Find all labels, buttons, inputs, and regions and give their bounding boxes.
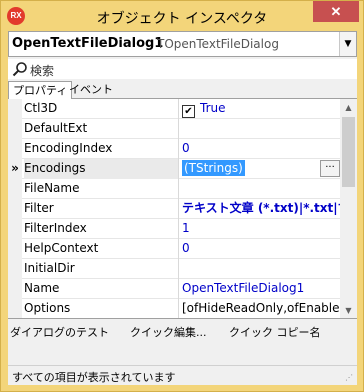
- property-name: Options: [24, 299, 179, 318]
- scroll-down-icon[interactable]: ▼: [340, 302, 357, 318]
- property-row[interactable]: Ctl3D ✔ True: [8, 99, 340, 119]
- property-name: EncodingIndex: [24, 139, 179, 159]
- property-row-selected[interactable]: » Encodings (TStrings) ···: [8, 159, 340, 179]
- property-row[interactable]: Options [ofHideReadOnly,ofEnableS: [8, 299, 340, 318]
- property-value[interactable]: 0: [180, 239, 340, 259]
- property-value[interactable]: (TStrings) ···: [180, 159, 340, 179]
- tab-events[interactable]: イベント: [65, 81, 117, 99]
- row-gutter: [8, 119, 22, 139]
- property-name: InitialDir: [24, 259, 179, 279]
- property-value[interactable]: [180, 119, 340, 139]
- search-input[interactable]: 検索: [30, 62, 54, 79]
- quick-actions: ダイアログのテスト クイック編集... クイック コピー名: [8, 321, 357, 361]
- checkbox[interactable]: ✔: [182, 105, 195, 118]
- selected-value: (TStrings): [182, 160, 245, 176]
- quick-copy-name-link[interactable]: クイック コピー名: [229, 324, 321, 340]
- scroll-up-icon[interactable]: ▲: [340, 99, 357, 116]
- property-row[interactable]: EncodingIndex 0: [8, 139, 340, 159]
- window-title: オブジェクト インスペクタ: [96, 11, 268, 27]
- title-bar[interactable]: RX オブジェクト インスペクタ ✕: [1, 1, 363, 31]
- property-row[interactable]: HelpContext 0: [8, 239, 340, 259]
- property-name: FileName: [24, 179, 179, 199]
- ellipsis-button[interactable]: ···: [320, 160, 340, 177]
- quick-edit-link[interactable]: クイック編集...: [130, 324, 207, 340]
- property-value[interactable]: 1: [180, 219, 340, 239]
- object-inspector-window: RX オブジェクト インスペクタ ✕ OpenTextFileDialog1 T…: [0, 0, 364, 392]
- property-row[interactable]: InitialDir: [8, 259, 340, 279]
- row-gutter: [8, 179, 22, 199]
- property-name: FilterIndex: [24, 219, 179, 239]
- row-gutter: [8, 239, 22, 259]
- search-box[interactable]: 検索: [8, 59, 357, 79]
- resize-grip-icon[interactable]: ⋰: [345, 373, 355, 383]
- selected-row-marker: »: [8, 159, 22, 179]
- row-gutter: [8, 259, 22, 279]
- property-value[interactable]: OpenTextFileDialog1: [180, 279, 340, 299]
- property-name: Name: [24, 279, 179, 299]
- property-value[interactable]: [ofHideReadOnly,ofEnableS: [180, 299, 340, 318]
- tab-properties[interactable]: プロパティ: [8, 81, 73, 100]
- property-row[interactable]: Filter テキスト文章 (*.txt)|*.txt|す: [8, 199, 340, 219]
- close-button[interactable]: ✕: [313, 1, 359, 22]
- property-value[interactable]: 0: [180, 139, 340, 159]
- test-dialog-link[interactable]: ダイアログのテスト: [10, 324, 109, 340]
- property-value[interactable]: [180, 179, 340, 199]
- property-row[interactable]: Name OpenTextFileDialog1: [8, 279, 340, 299]
- property-row[interactable]: DefaultExt: [8, 119, 340, 139]
- component-selector[interactable]: OpenTextFileDialog1 TOpenTextFileDialog …: [8, 31, 357, 57]
- status-text: すべての項目が表示されています: [12, 371, 176, 384]
- property-grid: Ctl3D ✔ True DefaultExt EncodingIndex 0 »…: [8, 99, 357, 319]
- search-icon: [12, 62, 27, 77]
- vertical-scrollbar[interactable]: ▲ ▼: [340, 99, 357, 318]
- status-bar: すべての項目が表示されています ⋰: [8, 365, 357, 385]
- property-value[interactable]: テキスト文章 (*.txt)|*.txt|す: [180, 199, 340, 219]
- property-row[interactable]: FilterIndex 1: [8, 219, 340, 239]
- chevron-down-icon[interactable]: ▼: [339, 32, 356, 56]
- component-type: TOpenTextFileDialog: [157, 37, 279, 51]
- property-name: Ctl3D: [24, 99, 179, 119]
- row-gutter: [8, 139, 22, 159]
- property-row[interactable]: FileName: [8, 179, 340, 199]
- property-name: Filter: [24, 199, 179, 219]
- property-value-text: True: [200, 101, 226, 115]
- row-gutter: [8, 99, 22, 119]
- property-value[interactable]: [180, 259, 340, 279]
- row-gutter: [8, 199, 22, 219]
- property-value[interactable]: ✔ True: [180, 99, 340, 119]
- row-gutter: [8, 219, 22, 239]
- property-name: Encodings: [24, 159, 179, 179]
- inspector-tabs: プロパティ イベント: [8, 79, 357, 100]
- scrollbar-thumb[interactable]: [342, 117, 355, 187]
- inspector-client: OpenTextFileDialog1 TOpenTextFileDialog …: [8, 31, 357, 385]
- row-gutter: [8, 299, 22, 318]
- component-name: OpenTextFileDialog1: [12, 36, 164, 51]
- property-name: DefaultExt: [24, 119, 179, 139]
- property-name: HelpContext: [24, 239, 179, 259]
- row-gutter: [8, 279, 22, 299]
